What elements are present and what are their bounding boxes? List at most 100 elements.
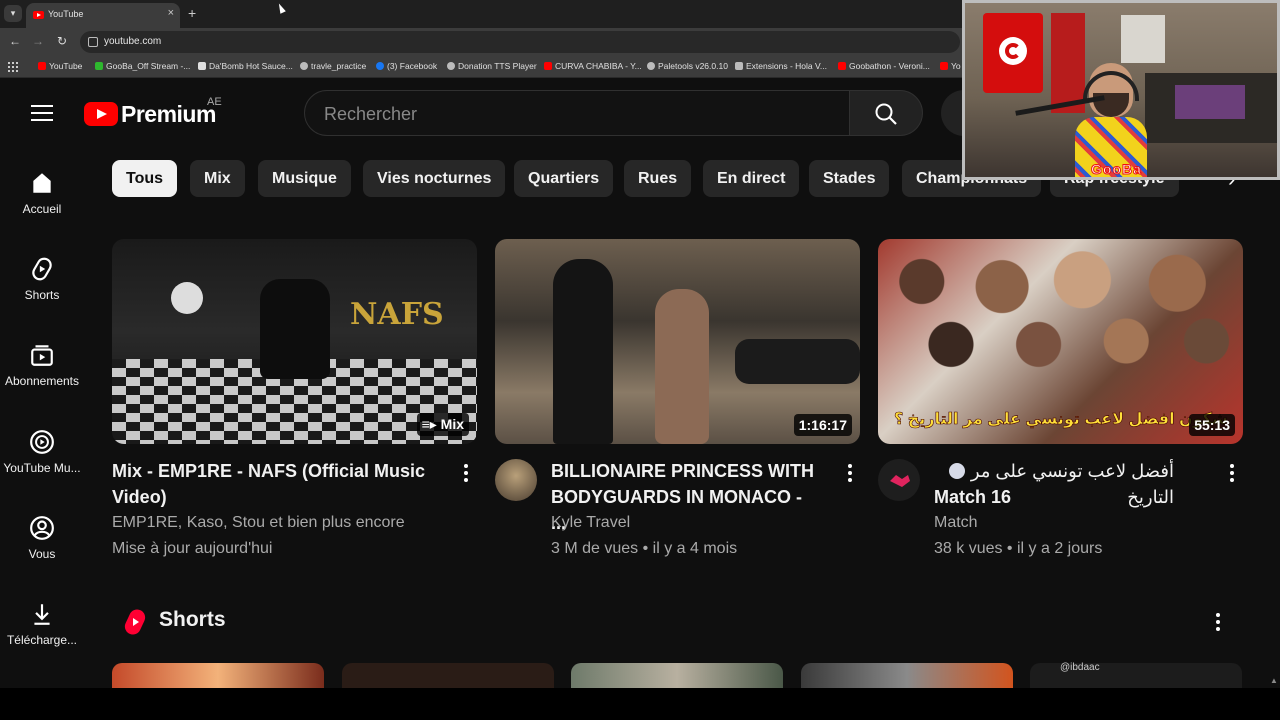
region-code: AE [207,96,222,108]
site-info-icon[interactable] [88,37,98,47]
video-channel[interactable]: Match [934,510,978,536]
address-bar[interactable]: youtube.com [80,31,960,53]
url-text: youtube.com [104,36,162,47]
new-tab-button[interactable]: + [188,5,196,21]
short-thumbnail[interactable] [112,663,324,688]
bookmark-item[interactable]: GooBa_Off Stream -... [95,61,190,71]
bookmark-item[interactable]: Da'Bomb Hot Sauce... [198,61,293,71]
bookmark-item[interactable]: CURVA CHABIBA - Y... [544,61,642,71]
channel-avatar[interactable] [878,459,920,501]
bookmark-label: Extensions - Hola V... [746,61,827,71]
bookmark-item[interactable]: YouTube [38,61,82,71]
home-icon [33,173,51,193]
chip-quartiers[interactable]: Quartiers [514,160,614,197]
shorts-more-options-icon[interactable] [1216,613,1220,634]
bookmark-item[interactable]: Goobathon - Veroni... [838,61,930,71]
more-options-icon[interactable] [1230,464,1234,485]
bookmark-item[interactable]: (3) Facebook [376,61,437,71]
bookmark-label: Da'Bomb Hot Sauce... [209,61,293,71]
sidebar-item-vous[interactable]: Vous [0,515,84,561]
handshake-icon [890,475,910,487]
bookmark-label: travle_practice [311,61,367,71]
short-thumbnail[interactable] [571,663,783,688]
bookmark-item[interactable]: travle_practice [300,61,366,71]
bookmark-favicon-icon [447,62,455,70]
menu-icon[interactable] [31,105,53,121]
bookmark-label: Donation TTS Player [458,61,537,71]
short-thumbnail[interactable] [801,663,1013,688]
bookmark-favicon-icon [544,62,552,70]
video-thumbnail[interactable]: 1:16:17 [495,239,860,444]
bookmark-favicon-icon [198,62,206,70]
video-channel[interactable]: Kyle Travel [551,510,630,536]
video-meta: Mise à jour aujourd'hui [112,540,273,557]
bookmark-item[interactable]: Donation TTS Player [447,61,537,71]
tab-search-button[interactable]: ▾ [4,5,22,22]
sidebar-item-abonnements[interactable]: Abonnements [0,342,84,388]
bookmark-label: GooBa_Off Stream -... [106,61,191,71]
sidebar-item-accueil[interactable]: Accueil [0,170,84,216]
puzzle-icon [735,62,743,70]
video-title[interactable]: Mix - EMP1RE - NAFS (Official Music Vide… [112,458,442,510]
reload-icon[interactable]: ↻ [57,34,67,48]
sidebar-item-shorts[interactable]: Shorts [0,256,84,302]
video-meta: 3 M de vues • il y a 4 mois [551,540,738,557]
soccer-ball-icon [948,463,965,479]
chip-stades[interactable]: Stades [809,160,890,197]
seated-figure [260,279,330,379]
youtube-play-icon [84,102,118,126]
more-options-icon[interactable] [848,464,852,485]
window-light [1121,15,1165,63]
chip-musique[interactable]: Musique [258,160,351,197]
bookmark-item[interactable]: Paletools v26.0.10 [647,61,728,71]
sidebar-item-youtube-music[interactable]: YouTube Mu... [0,429,84,475]
sidebar-label: Vous [28,547,56,561]
browser-tab-youtube[interactable]: YouTube × [26,3,180,28]
player-faces-collage [878,239,1243,409]
shorts-section-title: Shorts [159,608,226,631]
chip-vies-nocturnes[interactable]: Vies nocturnes [363,160,506,197]
bookmark-label: YouTube [49,61,83,71]
more-options-icon[interactable] [464,464,468,485]
forward-arrow-icon[interactable]: → [32,34,44,48]
facebook-icon [376,62,384,70]
bodyguard-figure [553,259,613,444]
monitor-glow [1175,85,1245,119]
bookmark-item[interactable]: Extensions - Hola V... [735,61,827,71]
chip-en-direct[interactable]: En direct [703,160,800,197]
bookmark-favicon-icon [940,62,948,70]
subscriptions-icon [31,345,53,366]
you-icon [30,516,54,540]
video-thumbnail[interactable]: شكون افضل لاعب تونسي على مر التاريخ ؟ 55… [878,239,1243,444]
chip-rues[interactable]: Rues [624,160,692,197]
short-thumbnail[interactable] [342,663,554,688]
youtube-music-icon [30,430,54,454]
bookmark-item[interactable]: Yo [940,61,961,71]
chip-tous[interactable]: Tous [112,160,178,197]
sidebar-label: Abonnements [4,374,80,388]
chip-mix[interactable]: Mix [190,160,245,197]
apps-grid-icon[interactable] [8,62,18,72]
channel-avatar[interactable] [495,459,537,501]
thumb-caption: شكون افضل لاعب تونسي على مر التاريخ ؟ [894,411,1228,429]
bookmark-favicon-icon [838,62,846,70]
tab-close-icon[interactable]: × [168,7,174,19]
back-arrow-icon[interactable]: ← [9,34,21,48]
bookmark-favicon-icon [38,62,46,70]
video-title[interactable]: Match 16 [934,484,1011,510]
video-channel[interactable]: EMP1RE, Kaso, Stou et bien plus encore [112,510,405,536]
webcam-overlay: GooBa [962,0,1280,180]
sidebar-label: Télécharge... [6,633,78,647]
sidebar-label: YouTube Mu... [3,461,81,475]
logo-emblem-icon [171,282,203,314]
video-thumbnail[interactable]: NAFS ≡▸ Mix [112,239,477,444]
sidebar-item-telechargements[interactable]: Télécharge... [0,601,84,647]
search-input[interactable]: Rechercher [304,90,850,136]
duration-badge: 55:13 [1189,414,1235,436]
mix-badge: ≡▸ Mix [416,413,469,436]
scrollbar-down-arrow-icon[interactable]: ▲ [1270,676,1278,685]
search-button[interactable] [849,90,923,136]
short-thumbnail[interactable]: @ibdaac [1030,662,1242,688]
taskbar-strip [0,688,1280,720]
video-meta: 38 k vues • il y a 2 jours [934,540,1103,557]
